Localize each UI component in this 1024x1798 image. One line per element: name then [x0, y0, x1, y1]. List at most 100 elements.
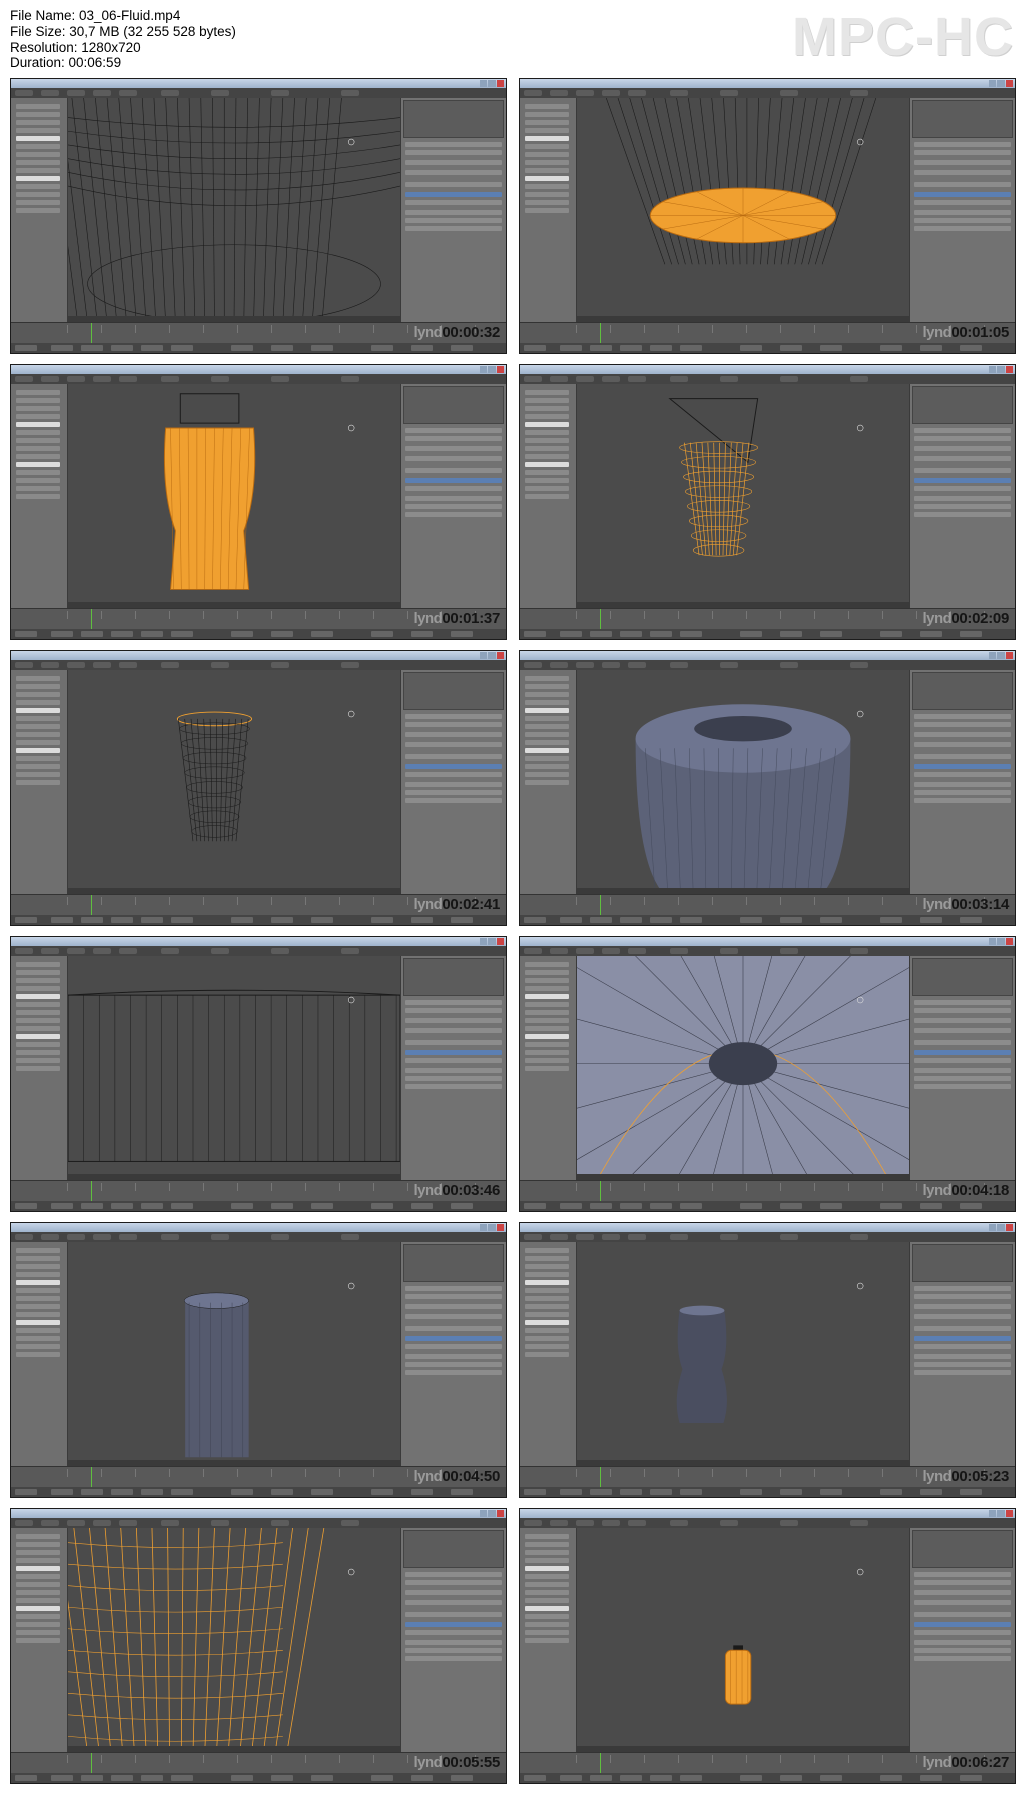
status-bar — [11, 1773, 506, 1783]
thumbnail-timestamp: 00:06:27 — [951, 1754, 1009, 1771]
outliner — [912, 672, 1013, 710]
status-bar — [520, 629, 1015, 639]
file-name: File Name: 03_06-Fluid.mp4 — [10, 8, 181, 23]
window-controls — [480, 1510, 504, 1517]
status-bar — [520, 343, 1015, 353]
properties-panel — [909, 98, 1015, 323]
timestamp-watermark: lynd 00:06:27 — [923, 1754, 1010, 1771]
video-thumbnail: lynd 00:05:23 — [519, 1222, 1016, 1498]
tool-shelf — [520, 1528, 577, 1753]
status-bar — [11, 1487, 506, 1497]
scene-render — [68, 98, 400, 323]
watermark-brand: lynd — [922, 324, 952, 341]
watermark-brand: lynd — [413, 1468, 443, 1485]
properties-panel — [909, 384, 1015, 609]
file-size: File Size: 30,7 MB (32 255 528 bytes) — [10, 23, 236, 39]
window-titlebar — [520, 79, 1015, 88]
scene-render — [577, 956, 909, 1181]
status-bar — [11, 1201, 506, 1211]
thumbnail-timestamp: 00:05:55 — [442, 1754, 500, 1771]
window-titlebar — [520, 651, 1015, 660]
window-controls — [480, 938, 504, 945]
watermark-brand: lynd — [922, 610, 952, 627]
timestamp-watermark: lynd 00:04:50 — [414, 1468, 501, 1485]
duration: Duration: 00:06:59 — [10, 55, 122, 71]
window-titlebar — [520, 365, 1015, 374]
status-bar — [520, 915, 1015, 925]
window-titlebar — [520, 937, 1015, 946]
video-thumbnail: lynd 00:03:14 — [519, 650, 1016, 926]
video-thumbnail: lynd 00:01:05 — [519, 78, 1016, 354]
thumbnail-timestamp: 00:03:46 — [442, 1182, 500, 1199]
scene-render — [163, 393, 355, 590]
status-bar — [520, 1487, 1015, 1497]
thumbnail-timestamp: 00:01:05 — [951, 324, 1009, 341]
scene-render — [668, 398, 864, 557]
tool-shelf — [11, 670, 68, 895]
window-controls — [989, 1224, 1013, 1231]
window-controls — [480, 652, 504, 659]
tool-shelf — [11, 384, 68, 609]
timestamp-watermark: lynd 00:01:05 — [923, 324, 1010, 341]
window-controls — [989, 366, 1013, 373]
outliner — [912, 386, 1013, 424]
status-bar — [11, 343, 506, 353]
3d-viewport — [577, 98, 909, 323]
thumbnail-timestamp: 00:04:50 — [442, 1468, 500, 1485]
player-logo: MPC-HC — [792, 7, 1014, 67]
thumbnail-timestamp: 00:04:18 — [951, 1182, 1009, 1199]
tool-shelf — [520, 670, 577, 895]
properties-panel — [400, 956, 506, 1181]
3d-viewport — [68, 98, 400, 323]
outliner — [403, 386, 504, 424]
status-bar — [11, 629, 506, 639]
thumbnail-timestamp: 00:02:41 — [442, 896, 500, 913]
video-thumbnail: lynd 00:00:32 — [10, 78, 507, 354]
3d-viewport — [68, 1242, 400, 1467]
properties-panel — [909, 670, 1015, 895]
timestamp-watermark: lynd 00:03:46 — [414, 1182, 501, 1199]
tool-shelf — [520, 384, 577, 609]
video-thumbnail: lynd 00:05:55 — [10, 1508, 507, 1784]
window-controls — [989, 1510, 1013, 1517]
outliner — [403, 100, 504, 138]
properties-panel — [909, 956, 1015, 1181]
window-titlebar — [11, 1223, 506, 1232]
properties-panel — [400, 98, 506, 323]
3d-viewport — [68, 670, 400, 895]
resolution: Resolution: 1280x720 — [10, 39, 141, 55]
tool-shelf — [11, 1528, 68, 1753]
outliner — [912, 100, 1013, 138]
properties-panel — [400, 670, 506, 895]
window-controls — [480, 366, 504, 373]
outliner — [912, 1530, 1013, 1568]
3d-viewport — [577, 956, 909, 1181]
timestamp-watermark: lynd 00:00:32 — [414, 324, 501, 341]
tool-shelf — [11, 98, 68, 323]
3d-viewport — [68, 956, 400, 1181]
tool-shelf — [11, 956, 68, 1181]
window-controls — [480, 80, 504, 87]
timestamp-watermark: lynd 00:04:18 — [923, 1182, 1010, 1199]
3d-viewport — [68, 384, 400, 609]
window-controls — [989, 652, 1013, 659]
outliner — [403, 1244, 504, 1282]
outliner — [912, 1244, 1013, 1282]
file-info: File Name: 03_06-Fluid.mp4 File Size: 30… — [10, 8, 236, 71]
timestamp-watermark: lynd 00:05:55 — [414, 1754, 501, 1771]
watermark-brand: lynd — [413, 324, 443, 341]
watermark-brand: lynd — [922, 1182, 952, 1199]
scene-render — [176, 710, 355, 842]
outliner — [403, 958, 504, 996]
scene-render — [183, 1282, 355, 1458]
window-titlebar — [11, 1509, 506, 1518]
window-titlebar — [520, 1223, 1015, 1232]
outliner — [403, 1530, 504, 1568]
outliner — [912, 958, 1013, 996]
tool-shelf — [520, 1242, 577, 1467]
window-titlebar — [11, 937, 506, 946]
window-titlebar — [11, 365, 506, 374]
3d-viewport — [68, 1528, 400, 1753]
3d-viewport — [577, 670, 909, 895]
tool-shelf — [520, 956, 577, 1181]
